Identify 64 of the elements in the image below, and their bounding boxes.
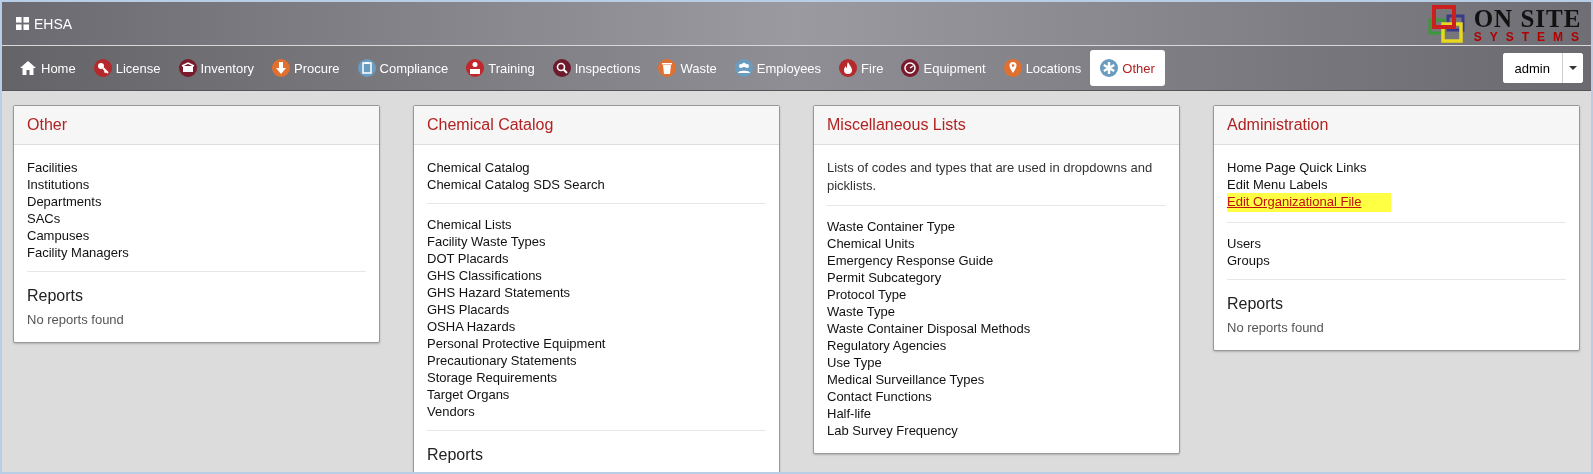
list-link[interactable]: Half-life xyxy=(827,405,872,422)
list-link[interactable]: Edit Organizational File xyxy=(1227,193,1392,212)
list-link[interactable]: Chemical Units xyxy=(827,235,915,252)
caret-icon xyxy=(1569,66,1577,70)
nav-tab[interactable]: Training xyxy=(457,51,544,85)
app-title: EHSA xyxy=(34,15,73,32)
list-link[interactable]: Users xyxy=(1227,235,1261,252)
list-link[interactable]: Emergency Response Guide xyxy=(827,252,994,269)
nav-tab[interactable]: Locations xyxy=(994,51,1091,85)
section-heading: Reports xyxy=(1227,294,1285,313)
nav-tab[interactable]: Inspections xyxy=(543,51,650,85)
user-menu-button[interactable]: admin xyxy=(1502,53,1563,83)
list-link[interactable]: Lab Survey Frequency xyxy=(827,422,958,439)
list-link[interactable]: Contact Functions xyxy=(827,388,932,405)
list-link[interactable]: Edit Menu Labels xyxy=(1227,176,1328,193)
logo-title: ON SITE xyxy=(1473,5,1583,31)
list-link[interactable]: Chemical Lists xyxy=(427,216,512,233)
section-heading: Reports xyxy=(27,286,85,305)
nav-tab[interactable]: Other xyxy=(1090,50,1165,86)
list-link[interactable]: Target Organs xyxy=(427,386,510,403)
nav-tab[interactable]: License xyxy=(84,51,170,85)
list-link[interactable]: GHS Classifications xyxy=(427,267,542,284)
list-link[interactable]: Facility Managers xyxy=(27,244,129,261)
list-link[interactable]: Personal Protective Equipment xyxy=(427,335,606,352)
description-text: Lists of codes and types that are used in dropdowns and picklists. xyxy=(827,159,1154,195)
list-link[interactable]: GHS Placards xyxy=(427,301,510,318)
nav-tab[interactable]: Procure xyxy=(263,51,349,85)
list-link[interactable]: Waste Type xyxy=(827,303,895,320)
nav-tab[interactable]: Compliance xyxy=(348,51,458,85)
section-heading: Reports xyxy=(427,445,485,464)
list-link[interactable]: Groups xyxy=(1227,252,1270,269)
list-link[interactable]: Regulatory Agencies xyxy=(827,337,947,354)
list-link[interactable]: DOT Placards xyxy=(427,250,509,267)
list-link[interactable]: Precautionary Statements xyxy=(427,352,577,369)
logo-subtitle: SYSTEMS xyxy=(1473,30,1587,43)
list-link[interactable]: Protocol Type xyxy=(827,286,907,303)
list-link[interactable]: Chemical Catalog SDS Search xyxy=(427,176,605,193)
list-link[interactable]: SACs xyxy=(27,210,61,227)
list-link[interactable]: GHS Hazard Statements xyxy=(427,284,571,301)
empty-message: No reports found xyxy=(27,311,125,328)
list-link[interactable]: Storage Requirements xyxy=(427,369,558,386)
list-link[interactable]: Use Type xyxy=(827,354,882,371)
list-link[interactable]: Waste Container Disposal Methods xyxy=(827,320,1031,337)
list-link[interactable]: Institutions xyxy=(27,176,90,193)
list-link[interactable]: Vendors xyxy=(427,403,475,420)
list-link[interactable]: Campuses xyxy=(27,227,90,244)
panel-title: Other xyxy=(27,116,67,134)
list-link[interactable]: Facilities xyxy=(27,159,78,176)
empty-message: No reports found xyxy=(1227,319,1325,336)
list-link[interactable]: Waste Container Type xyxy=(827,218,955,235)
nav-tab[interactable]: Home xyxy=(10,51,85,85)
panel-title: Chemical Catalog xyxy=(427,116,554,134)
list-link[interactable]: Chemical Catalog xyxy=(427,159,530,176)
list-link[interactable]: Home Page Quick Links xyxy=(1227,159,1367,176)
list-link[interactable]: Medical Surveillance Types xyxy=(827,371,985,388)
list-link[interactable]: Permit Subcategory xyxy=(827,269,942,286)
list-link[interactable]: OSHA Hazards xyxy=(427,318,516,335)
panel-title: Miscellaneous Lists xyxy=(827,116,966,134)
panel-title: Administration xyxy=(1227,116,1329,134)
nav-tab[interactable]: Equipment xyxy=(892,51,995,85)
nav-tab[interactable]: Inventory xyxy=(169,51,263,85)
grid-icon xyxy=(16,17,29,30)
list-link[interactable]: Facility Waste Types xyxy=(427,233,546,250)
list-link[interactable]: Departments xyxy=(27,193,102,210)
